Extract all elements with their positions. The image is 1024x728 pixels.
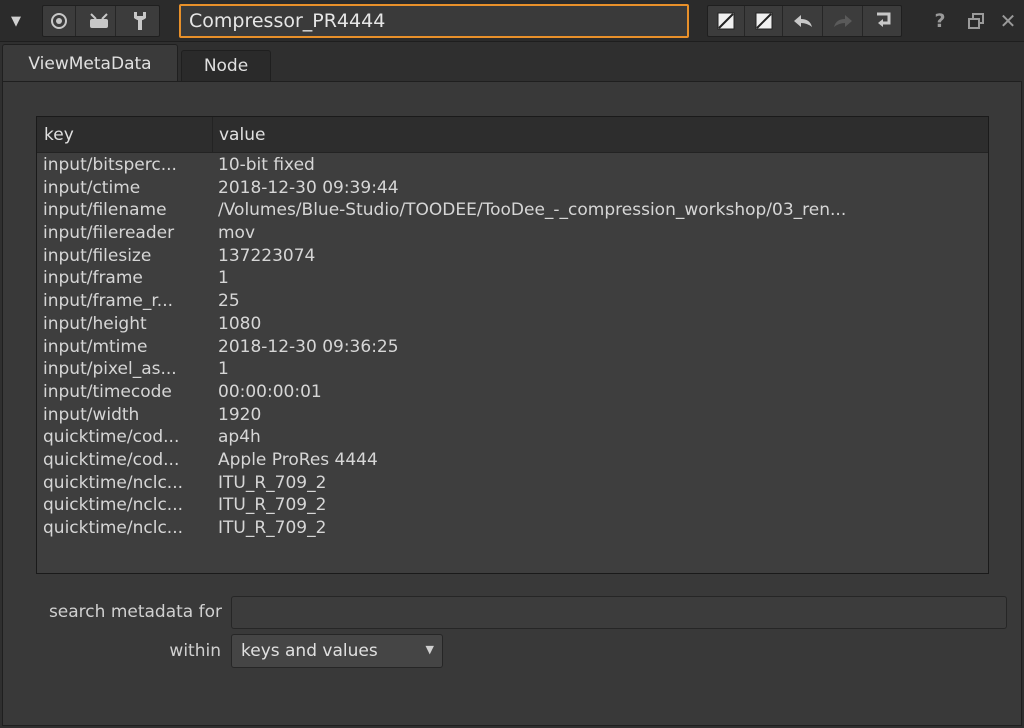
row-value: 137223074	[218, 245, 316, 266]
row-value: 1920	[218, 404, 262, 425]
row-key: input/filereader	[43, 223, 175, 244]
row-value: 10-bit fixed	[218, 155, 315, 175]
metadata-table: key value input/bitsperc... 10-bit fixed …	[36, 116, 989, 574]
left-tool-group	[42, 5, 160, 37]
chevron-down-icon: ▼	[425, 643, 434, 656]
row-value: 00:00:00:01	[218, 381, 322, 402]
table-row[interactable]: quicktime/cod... Apple ProRes 4444	[37, 449, 988, 472]
row-key: input/height	[43, 313, 147, 334]
row-key: input/bitsperc...	[43, 155, 177, 175]
table-row[interactable]: input/mtime 2018-12-30 09:36:25	[37, 336, 988, 359]
table-row[interactable]: quicktime/nclc... ITU_R_709_2	[37, 517, 988, 540]
help-button[interactable]: ?	[928, 6, 952, 36]
tab-node[interactable]: Node	[181, 50, 271, 82]
right-tool-group	[707, 5, 902, 37]
output-swatch-icon[interactable]	[746, 6, 783, 36]
row-value: mov	[218, 223, 256, 244]
row-value: ITU_R_709_2	[218, 518, 327, 538]
triangle-down-icon[interactable]: ▼	[6, 6, 26, 36]
row-key: input/timecode	[43, 381, 172, 402]
column-header-value[interactable]: value	[213, 117, 989, 153]
row-value: ITU_R_709_2	[218, 495, 327, 516]
within-dropdown-value: keys and values	[241, 641, 378, 661]
table-row[interactable]: quicktime/cod... ap4h	[37, 426, 988, 449]
search-metadata-input[interactable]	[231, 596, 1007, 629]
tab-viewmetadata[interactable]: ViewMetaData	[2, 44, 178, 82]
row-key: input/filename	[43, 200, 167, 221]
input-swatch-icon[interactable]	[708, 6, 745, 36]
row-value: ap4h	[218, 427, 261, 448]
revert-icon[interactable]	[864, 6, 901, 36]
row-key: input/pixel_as...	[43, 359, 177, 380]
settings-icon[interactable]	[123, 6, 156, 36]
row-key: input/ctime	[43, 177, 141, 198]
tab-bar: Node ViewMetaData	[0, 44, 1024, 82]
close-button[interactable]: ✕	[996, 6, 1020, 36]
row-value: 1	[218, 359, 229, 380]
table-row[interactable]: input/height 1080	[37, 313, 988, 336]
row-value: 1080	[218, 313, 262, 334]
row-value: 2018-12-30 09:36:25	[218, 336, 399, 357]
row-value: 1	[218, 268, 229, 289]
table-row[interactable]: input/pixel_as... 1	[37, 358, 988, 381]
table-row[interactable]: input/width 1920	[37, 404, 988, 427]
row-value: /Volumes/Blue-Studio/TOODEE/TooDee_-_com…	[218, 200, 847, 221]
table-row[interactable]: input/bitsperc... 10-bit fixed	[37, 154, 988, 177]
viewer-icon[interactable]	[83, 6, 116, 36]
table-row[interactable]: input/filereader mov	[37, 222, 988, 245]
row-value: 2018-12-30 09:39:44	[218, 177, 399, 198]
row-key: quicktime/cod...	[43, 427, 180, 448]
float-window-icon[interactable]	[964, 6, 988, 36]
row-key: quicktime/nclc...	[43, 495, 184, 516]
table-row[interactable]: input/timecode 00:00:00:01	[37, 381, 988, 404]
node-titlebar: ▼ ? ✕	[0, 0, 1024, 42]
redo-icon[interactable]	[824, 6, 863, 36]
undo-icon[interactable]	[784, 6, 823, 36]
node-name-input[interactable]	[179, 4, 689, 38]
column-header-key[interactable]: key	[37, 117, 213, 153]
table-row[interactable]: quicktime/nclc... ITU_R_709_2	[37, 472, 988, 495]
table-row[interactable]: quicktime/nclc... ITU_R_709_2	[37, 494, 988, 517]
row-key: quicktime/nclc...	[43, 518, 184, 538]
search-label: search metadata for	[48, 602, 222, 622]
row-key: input/width	[43, 404, 140, 425]
within-label: within	[169, 641, 221, 661]
table-row[interactable]: input/frame_r... 25	[37, 290, 988, 313]
row-key: input/frame_r...	[43, 291, 174, 312]
table-row[interactable]: input/ctime 2018-12-30 09:39:44	[37, 177, 988, 200]
row-key: quicktime/nclc...	[43, 472, 184, 493]
within-dropdown[interactable]: keys and values ▼	[231, 634, 443, 668]
table-row[interactable]: input/frame 1	[37, 267, 988, 290]
row-value: 25	[218, 291, 240, 312]
row-key: input/mtime	[43, 336, 148, 357]
row-value: ITU_R_709_2	[218, 472, 327, 493]
row-key: quicktime/cod...	[43, 449, 180, 470]
table-row[interactable]: input/filename/Volumes/Blue-Studio/TOODE…	[37, 199, 988, 222]
row-value: Apple ProRes 4444	[218, 449, 378, 470]
row-key: input/frame	[43, 268, 143, 289]
table-body: input/bitsperc... 10-bit fixed input/ctim…	[37, 154, 988, 540]
table-header: key value	[37, 117, 988, 153]
center-dot-icon[interactable]	[43, 6, 76, 36]
table-row[interactable]: input/filesize 137223074	[37, 245, 988, 268]
row-key: input/filesize	[43, 245, 152, 266]
